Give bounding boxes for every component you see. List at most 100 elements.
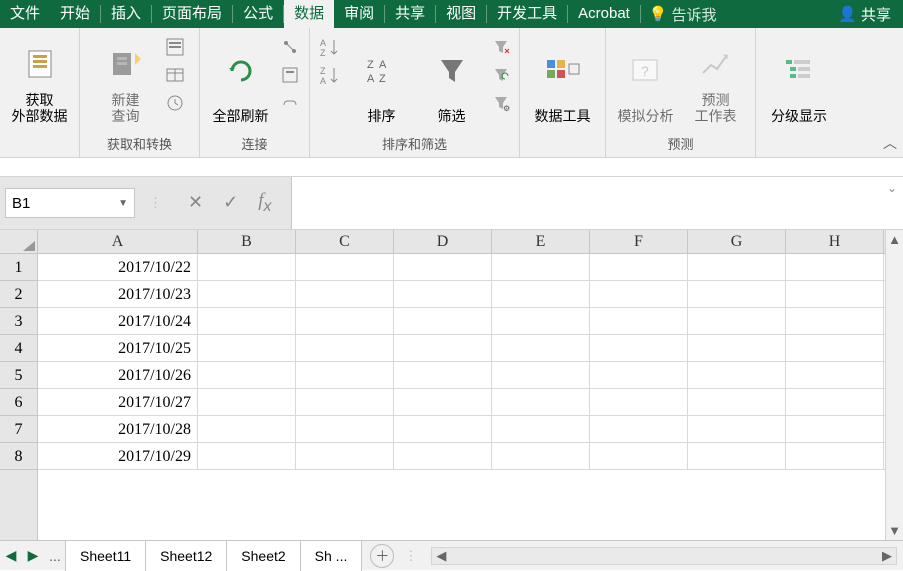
row-header[interactable]: 3: [0, 308, 37, 335]
clear-filter-button[interactable]: [488, 34, 514, 60]
cell[interactable]: [786, 416, 884, 442]
scroll-up-icon[interactable]: ▲: [888, 232, 901, 247]
cell[interactable]: [296, 254, 394, 280]
cell-grid[interactable]: 2017/10/22 2017/10/23 2017/10/24 2017/10…: [38, 254, 885, 540]
cell[interactable]: [786, 443, 884, 469]
sheet-tab[interactable]: Sheet2: [226, 541, 300, 571]
cell[interactable]: [590, 335, 688, 361]
cell[interactable]: [688, 254, 786, 280]
cell[interactable]: [296, 308, 394, 334]
cell[interactable]: [786, 389, 884, 415]
tab-review[interactable]: 审阅: [334, 0, 384, 28]
cell[interactable]: [590, 281, 688, 307]
cell[interactable]: [786, 254, 884, 280]
cell[interactable]: [590, 254, 688, 280]
cell[interactable]: [688, 362, 786, 388]
cell[interactable]: [394, 389, 492, 415]
cell[interactable]: [394, 254, 492, 280]
cell[interactable]: [786, 362, 884, 388]
properties-button[interactable]: [277, 62, 303, 88]
scroll-left-icon[interactable]: ◀: [436, 548, 446, 564]
new-query-button[interactable]: 新建 查询: [92, 34, 160, 126]
col-header[interactable]: B: [198, 230, 296, 253]
fx-icon[interactable]: fx: [258, 190, 271, 216]
next-sheet-button[interactable]: ▶: [22, 547, 44, 564]
cell[interactable]: [296, 443, 394, 469]
cell[interactable]: 2017/10/29: [38, 443, 198, 469]
refresh-all-button[interactable]: 全部刷新: [207, 34, 275, 126]
col-header[interactable]: G: [688, 230, 786, 253]
cell[interactable]: [394, 416, 492, 442]
row-header[interactable]: 5: [0, 362, 37, 389]
cell[interactable]: [296, 389, 394, 415]
cell[interactable]: [394, 281, 492, 307]
get-external-data-button[interactable]: 获取 外部数据: [6, 34, 74, 126]
cell[interactable]: [296, 416, 394, 442]
recent-sources-button[interactable]: [162, 90, 188, 116]
more-sheets-button[interactable]: ...: [44, 548, 66, 564]
cell[interactable]: [688, 389, 786, 415]
cell[interactable]: [198, 443, 296, 469]
tab-layout[interactable]: 页面布局: [152, 0, 232, 28]
cell[interactable]: 2017/10/26: [38, 362, 198, 388]
cell[interactable]: [492, 389, 590, 415]
tab-insert[interactable]: 插入: [101, 0, 151, 28]
cell[interactable]: 2017/10/25: [38, 335, 198, 361]
sheet-tab[interactable]: Sheet12: [145, 541, 227, 571]
cell[interactable]: [688, 443, 786, 469]
cell[interactable]: [590, 443, 688, 469]
scroll-right-icon[interactable]: ▶: [882, 548, 892, 564]
expand-formula-icon[interactable]: ⌄: [887, 181, 897, 195]
cell[interactable]: [492, 281, 590, 307]
tab-data[interactable]: 数据: [284, 0, 334, 28]
cell[interactable]: [688, 335, 786, 361]
sort-asc-button[interactable]: AZ: [316, 34, 342, 60]
cell[interactable]: [590, 416, 688, 442]
collapse-ribbon-button[interactable]: ︿: [883, 133, 897, 153]
cell[interactable]: [786, 281, 884, 307]
tab-formula[interactable]: 公式: [233, 0, 283, 28]
prev-sheet-button[interactable]: ◀: [0, 547, 22, 564]
cell[interactable]: [198, 362, 296, 388]
cell[interactable]: [198, 389, 296, 415]
col-header[interactable]: C: [296, 230, 394, 253]
cell[interactable]: [394, 362, 492, 388]
select-all-corner[interactable]: [0, 230, 38, 253]
show-queries-button[interactable]: [162, 34, 188, 60]
cell[interactable]: [786, 308, 884, 334]
cell[interactable]: [394, 308, 492, 334]
cell[interactable]: [198, 281, 296, 307]
tab-acrobat[interactable]: Acrobat: [568, 0, 640, 28]
cell[interactable]: [688, 416, 786, 442]
cell[interactable]: 2017/10/28: [38, 416, 198, 442]
cell[interactable]: [394, 443, 492, 469]
cell[interactable]: [394, 335, 492, 361]
cell[interactable]: 2017/10/24: [38, 308, 198, 334]
cell[interactable]: [492, 443, 590, 469]
row-header[interactable]: 6: [0, 389, 37, 416]
enter-icon[interactable]: ✓: [223, 192, 238, 213]
filter-button[interactable]: 筛选: [418, 34, 486, 126]
cell[interactable]: [492, 335, 590, 361]
cell[interactable]: [688, 281, 786, 307]
cell[interactable]: [492, 254, 590, 280]
col-header[interactable]: A: [38, 230, 198, 253]
row-header[interactable]: 2: [0, 281, 37, 308]
cell[interactable]: [198, 335, 296, 361]
sort-button[interactable]: ZAAZ 排序: [348, 34, 416, 126]
cell[interactable]: [296, 335, 394, 361]
chevron-down-icon[interactable]: ▼: [118, 198, 128, 209]
forecast-button[interactable]: 预测 工作表: [682, 34, 750, 126]
cell[interactable]: [198, 308, 296, 334]
from-table-button[interactable]: [162, 62, 188, 88]
cell[interactable]: [492, 416, 590, 442]
cell[interactable]: [198, 254, 296, 280]
tab-share[interactable]: 共享: [385, 0, 435, 28]
reapply-button[interactable]: [488, 62, 514, 88]
data-tools-button[interactable]: 数据工具: [529, 34, 597, 126]
row-header[interactable]: 7: [0, 416, 37, 443]
outline-button[interactable]: 分级显示: [765, 34, 833, 126]
tab-dev[interactable]: 开发工具: [487, 0, 567, 28]
cell[interactable]: [492, 308, 590, 334]
scroll-down-icon[interactable]: ▼: [888, 523, 901, 538]
